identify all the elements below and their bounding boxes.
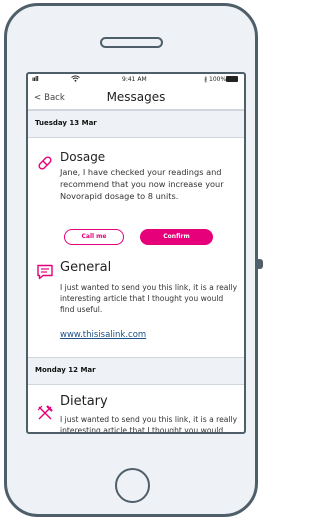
date-header: Tuesday 13 Mar — [28, 110, 244, 138]
phone-speaker — [100, 37, 163, 48]
battery-percent: 100% — [209, 76, 227, 83]
date-header-label: Monday 12 Mar — [35, 366, 96, 374]
confirm-button[interactable]: Confirm — [140, 229, 213, 245]
signal-icon: ııll — [32, 76, 39, 83]
call-me-button[interactable]: Call me — [64, 229, 124, 245]
status-time: 9:41 AM — [122, 76, 147, 83]
article-link[interactable]: www.thisisalink.com — [60, 330, 146, 340]
chat-icon — [36, 263, 54, 281]
utensils-icon — [36, 404, 54, 422]
battery-icon — [226, 76, 238, 82]
message-title: Dosage — [60, 150, 106, 164]
date-header-label: Tuesday 13 Mar — [35, 119, 97, 127]
message-title: General — [60, 260, 112, 275]
message-body: I just wanted to send you this link, it … — [60, 283, 238, 314]
message-title: Dietary — [60, 394, 108, 409]
page-title: Messages — [106, 90, 166, 104]
phone-screen: ııll 9:41 AM ∦ 100% < Back Messages Tuesd… — [26, 72, 246, 434]
home-button[interactable] — [115, 468, 150, 503]
wifi-icon — [71, 75, 80, 84]
phone-side-button — [256, 259, 263, 269]
bluetooth-icon: ∦ — [204, 76, 207, 83]
message-body: Jane, I have checked your readings and r… — [60, 167, 224, 201]
nav-bar: < Back Messages — [28, 87, 244, 110]
date-header: Monday 12 Mar — [28, 357, 244, 385]
pill-icon — [36, 154, 54, 172]
message-body: I just wanted to send you this link, it … — [60, 415, 238, 434]
status-bar: ııll 9:41 AM ∦ 100% — [28, 74, 244, 87]
